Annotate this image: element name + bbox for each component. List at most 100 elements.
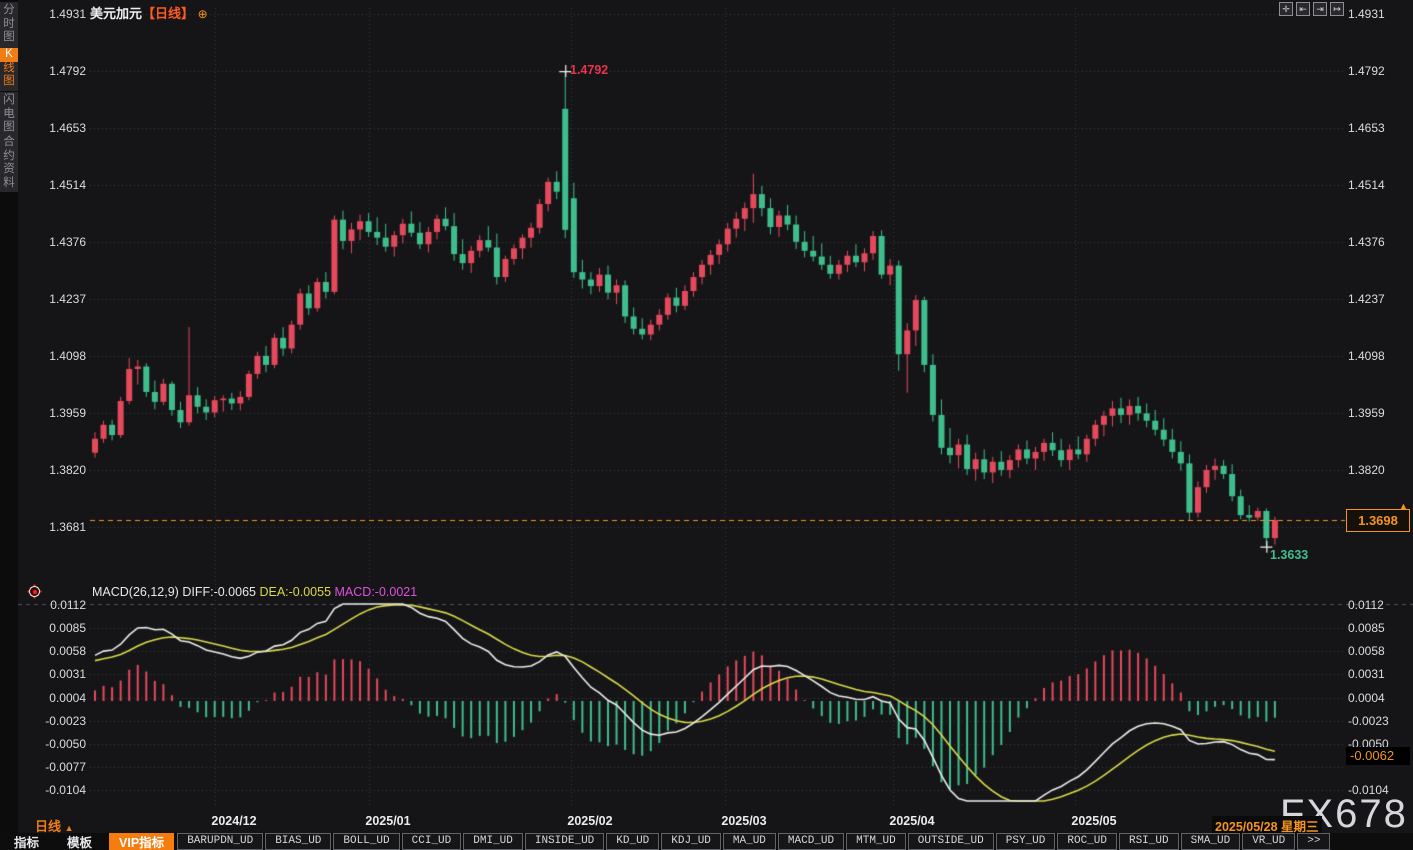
- indicator-tab-boll_ud[interactable]: BOLL_UD: [333, 833, 399, 850]
- price-axis-label-right: 1.3959: [1348, 406, 1385, 420]
- macd-axis-label-left: 0.0112: [18, 598, 86, 612]
- price-axis-label-right: 1.4653: [1348, 121, 1385, 135]
- macd-axis-label-left: -0.0077: [18, 760, 86, 774]
- macd-bar-value: MACD:-0.0021: [335, 585, 418, 599]
- indicator-tab-ma_ud[interactable]: MA_UD: [723, 833, 776, 850]
- price-axis-label-left: 1.4376: [18, 235, 86, 249]
- macd-axis-label-left: 0.0058: [18, 644, 86, 658]
- sidebar-item-2[interactable]: K线图: [0, 46, 18, 91]
- chart-plot-area[interactable]: [0, 0, 1413, 850]
- macd-axis-label-left: -0.0023: [18, 714, 86, 728]
- target-dot: [33, 590, 37, 594]
- indicator-tab-sma_ud[interactable]: SMA_UD: [1181, 833, 1241, 850]
- chevron-up-icon: ▲: [65, 823, 74, 833]
- symbol-name: 美元加元: [90, 6, 142, 21]
- indicator-tab-outside_ud[interactable]: OUTSIDE_UD: [908, 833, 994, 850]
- indicator-tab-inside_ud[interactable]: INSIDE_UD: [525, 833, 604, 850]
- indicator-tab-macd_ud[interactable]: MACD_UD: [778, 833, 844, 850]
- menu-tab-1[interactable]: 指标: [0, 833, 53, 850]
- indicator-tab-roc_ud[interactable]: ROC_UD: [1057, 833, 1117, 850]
- macd-axis-label-right: 0.0058: [1348, 644, 1385, 658]
- indicator-tab-mtm_ud[interactable]: MTM_UD: [846, 833, 906, 850]
- x-axis-month-label: 2025/01: [365, 814, 410, 828]
- hot-point-target-icon[interactable]: [28, 585, 41, 598]
- sidebar-item-char: 图: [0, 75, 18, 89]
- price-axis-label-left: 1.3681: [18, 520, 86, 534]
- x-axis-month-label: 2025/03: [721, 814, 766, 828]
- sidebar-item-char: 约: [0, 150, 18, 164]
- indicator-tabs: BARUPDN_UDBIAS_UDBOLL_UDCCI_UDDMI_UDINSI…: [177, 833, 1297, 850]
- menu-tabs: 指标模板: [0, 833, 106, 850]
- menu-tab-2[interactable]: 模板: [53, 833, 106, 850]
- pan-left-icon[interactable]: ⇤: [1296, 2, 1310, 16]
- macd-axis-label-right: 0.0085: [1348, 621, 1385, 635]
- macd-axis-label-right: -0.0023: [1348, 714, 1389, 728]
- price-axis-label-right: 1.4931: [1348, 7, 1385, 21]
- price-up-arrow-icon: ▲: [1399, 501, 1408, 511]
- last-price-badge: 1.3698: [1346, 509, 1410, 532]
- macd-axis-label-left: 0.0031: [18, 667, 86, 681]
- x-axis-month-label: 2025/04: [889, 814, 934, 828]
- sidebar-item-char: 资: [0, 163, 18, 177]
- macd-axis-label-left: -0.0050: [18, 737, 86, 751]
- price-axis-label-left: 1.3820: [18, 463, 86, 477]
- price-axis-label-left: 1.4931: [18, 7, 86, 21]
- macd-axis-label-right: 0.0004: [1348, 691, 1385, 705]
- chart-title: 美元加元【日线】 ⊕: [90, 3, 208, 22]
- macd-axis-label-left: 0.0004: [18, 691, 86, 705]
- indicator-tab-rsi_ud[interactable]: RSI_UD: [1119, 833, 1179, 850]
- sidebar-item-4[interactable]: 合约资料: [0, 134, 18, 192]
- price-axis-label-left: 1.4098: [18, 349, 86, 363]
- low-price-annotation: 1.3633: [1270, 548, 1308, 562]
- price-axis-label-right: 1.3820: [1348, 463, 1385, 477]
- macd-title: MACD(26,12,9): [92, 585, 179, 599]
- period-tag: 【日线】: [142, 6, 194, 21]
- macd-diff-value: DIFF:-0.0065: [182, 585, 256, 599]
- macd-axis-label-left: -0.0104: [18, 783, 86, 797]
- macd-axis-label-right: 0.0031: [1348, 667, 1385, 681]
- sidebar-item-char: 图: [0, 121, 18, 135]
- indicator-tab-bias_ud[interactable]: BIAS_UD: [265, 833, 331, 850]
- indicator-tab-kdj_ud[interactable]: KDJ_UD: [661, 833, 721, 850]
- indicator-tab-cci_ud[interactable]: CCI_UD: [402, 833, 462, 850]
- sidebar-item-3[interactable]: 闪电图: [0, 92, 18, 137]
- indicator-tab-vr_ud[interactable]: VR_UD: [1242, 833, 1295, 850]
- pan-right-icon[interactable]: ⇥: [1313, 2, 1327, 16]
- indicator-tab-kd_ud[interactable]: KD_UD: [606, 833, 659, 850]
- sidebar-item-char: 图: [0, 31, 18, 45]
- sidebar-item-char: 线: [0, 62, 18, 76]
- sidebar-item-char: 合: [0, 136, 18, 150]
- macd-current-value-badge: -0.0062: [1346, 747, 1410, 765]
- sidebar-item-char: 电: [0, 108, 18, 122]
- sidebar-item-char: 分: [0, 4, 18, 18]
- sidebar-item-char: K: [0, 48, 18, 62]
- indicator-tab-dmi_ud[interactable]: DMI_UD: [463, 833, 523, 850]
- macd-axis-label-left: 0.0085: [18, 621, 86, 635]
- add-indicator-icon[interactable]: ⊕: [198, 7, 208, 21]
- price-axis-label-left: 1.4653: [18, 121, 86, 135]
- macd-dea-value: DEA:-0.0055: [259, 585, 331, 599]
- macd-indicator-header: MACD(26,12,9) DIFF:-0.0065 DEA:-0.0055 M…: [92, 585, 417, 599]
- more-indicators-button[interactable]: >>: [1297, 833, 1330, 850]
- price-axis-label-right: 1.4514: [1348, 178, 1385, 192]
- indicator-toolbar: 指标模板 VIP指标 BARUPDN_UDBIAS_UDBOLL_UDCCI_U…: [0, 833, 1413, 850]
- sidebar-item-char: 料: [0, 177, 18, 191]
- price-axis-label-right: 1.4792: [1348, 64, 1385, 78]
- macd-axis-label-right: 0.0112: [1348, 598, 1384, 612]
- crosshair-icon[interactable]: ✛: [1279, 2, 1293, 16]
- chart-type-sidebar: 分时图K线图闪电图合约资料: [0, 0, 18, 850]
- price-axis-label-left: 1.4237: [18, 292, 86, 306]
- shift-right-icon[interactable]: ↦: [1330, 2, 1344, 16]
- sidebar-item-1[interactable]: 分时图: [0, 2, 18, 47]
- fx-chart-app: { "header": { "symbol": "美元加元", "period"…: [0, 0, 1413, 850]
- tab-vip-indicators[interactable]: VIP指标: [109, 833, 174, 850]
- x-axis-month-label: 2024/12: [211, 814, 256, 828]
- indicator-tab-psy_ud[interactable]: PSY_UD: [996, 833, 1056, 850]
- indicator-tab-barupdn_ud[interactable]: BARUPDN_UD: [177, 833, 263, 850]
- period-label: 日线: [35, 819, 61, 834]
- price-axis-label-left: 1.4792: [18, 64, 86, 78]
- high-price-annotation: 1.4792: [570, 63, 608, 77]
- price-axis-label-right: 1.4376: [1348, 235, 1385, 249]
- sidebar-item-char: 闪: [0, 94, 18, 108]
- price-axis-label-left: 1.3959: [18, 406, 86, 420]
